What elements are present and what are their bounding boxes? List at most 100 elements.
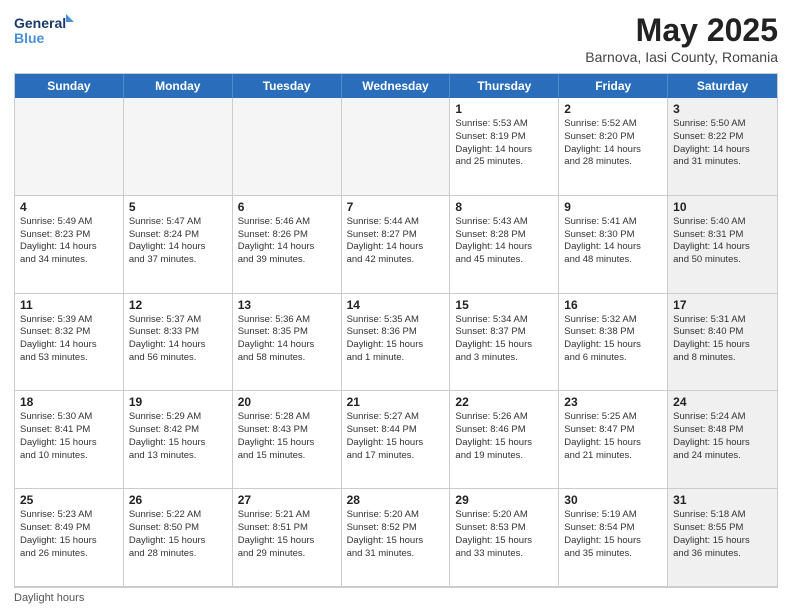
calendar-cell-25: 25 Sunrise: 5:23 AM Sunset: 8:49 PM Dayli… — [15, 489, 124, 587]
cell-date: 12 — [129, 298, 227, 312]
calendar-cell-empty — [233, 98, 342, 196]
cell-date: 4 — [20, 200, 118, 214]
cell-date: 6 — [238, 200, 336, 214]
cell-info: Sunrise: 5:31 AM Sunset: 8:40 PM Dayligh… — [673, 314, 772, 365]
day-header-tuesday: Tuesday — [233, 74, 342, 98]
calendar-cell-1: 1 Sunrise: 5:53 AM Sunset: 8:19 PM Daylig… — [450, 98, 559, 196]
cell-info: Sunrise: 5:53 AM Sunset: 8:19 PM Dayligh… — [455, 118, 553, 169]
cell-info: Sunrise: 5:29 AM Sunset: 8:42 PM Dayligh… — [129, 411, 227, 462]
cell-date: 2 — [564, 102, 662, 116]
cell-info: Sunrise: 5:32 AM Sunset: 8:38 PM Dayligh… — [564, 314, 662, 365]
calendar-cell-15: 15 Sunrise: 5:34 AM Sunset: 8:37 PM Dayli… — [450, 294, 559, 392]
calendar-cell-11: 11Sunrise: 5:39 AM Sunset: 8:32 PM Dayli… — [15, 294, 124, 392]
cell-date: 5 — [129, 200, 227, 214]
calendar-cell-empty — [15, 98, 124, 196]
footer: Daylight hours — [14, 592, 778, 604]
cell-date: 8 — [455, 200, 553, 214]
cell-date: 19 — [129, 395, 227, 409]
cell-date: 16 — [564, 298, 662, 312]
svg-text:Blue: Blue — [14, 30, 45, 46]
cell-info: Sunrise: 5:52 AM Sunset: 8:20 PM Dayligh… — [564, 118, 662, 169]
cell-info: Sunrise: 5:35 AM Sunset: 8:36 PM Dayligh… — [347, 314, 445, 365]
calendar-cell-30: 30 Sunrise: 5:19 AM Sunset: 8:54 PM Dayli… — [559, 489, 668, 587]
calendar-cell-4: 4 Sunrise: 5:49 AM Sunset: 8:23 PM Daylig… — [15, 196, 124, 294]
cell-date: 13 — [238, 298, 336, 312]
calendar-cell-16: 16 Sunrise: 5:32 AM Sunset: 8:38 PM Dayli… — [559, 294, 668, 392]
cell-info: Sunrise: 5:28 AM Sunset: 8:43 PM Dayligh… — [238, 411, 336, 462]
calendar-cell-14: 14 Sunrise: 5:35 AM Sunset: 8:36 PM Dayli… — [342, 294, 451, 392]
cell-date: 18 — [20, 395, 118, 409]
cell-date: 7 — [347, 200, 445, 214]
cell-info: Sunrise: 5:49 AM Sunset: 8:23 PM Dayligh… — [20, 216, 118, 267]
cell-date: 15 — [455, 298, 553, 312]
cell-date: 1 — [455, 102, 553, 116]
calendar-cell-3: 3 Sunrise: 5:50 AM Sunset: 8:22 PM Daylig… — [668, 98, 777, 196]
cell-info: Sunrise: 5:19 AM Sunset: 8:54 PM Dayligh… — [564, 509, 662, 560]
cell-date: 10 — [673, 200, 772, 214]
cell-info: Sunrise: 5:27 AM Sunset: 8:44 PM Dayligh… — [347, 411, 445, 462]
cell-date: 17 — [673, 298, 772, 312]
cell-date: 14 — [347, 298, 445, 312]
cell-date: 29 — [455, 493, 553, 507]
cell-date: 3 — [673, 102, 772, 116]
cell-info: Sunrise: 5:37 AM Sunset: 8:33 PM Dayligh… — [129, 314, 227, 365]
cell-date: 27 — [238, 493, 336, 507]
cell-date: 20 — [238, 395, 336, 409]
cell-date: 30 — [564, 493, 662, 507]
calendar: SundayMondayTuesdayWednesdayThursdayFrid… — [14, 73, 778, 588]
calendar-cell-9: 9Sunrise: 5:41 AM Sunset: 8:30 PM Daylig… — [559, 196, 668, 294]
subtitle: Barnova, Iasi County, Romania — [585, 49, 778, 65]
cell-date: 23 — [564, 395, 662, 409]
svg-text:General: General — [14, 15, 66, 31]
calendar-cell-21: 21Sunrise: 5:27 AM Sunset: 8:44 PM Dayli… — [342, 391, 451, 489]
day-header-saturday: Saturday — [668, 74, 777, 98]
calendar-cell-27: 27 Sunrise: 5:21 AM Sunset: 8:51 PM Dayli… — [233, 489, 342, 587]
calendar-cell-23: 23 Sunrise: 5:25 AM Sunset: 8:47 PM Dayli… — [559, 391, 668, 489]
cell-info: Sunrise: 5:24 AM Sunset: 8:48 PM Dayligh… — [673, 411, 772, 462]
cell-info: Sunrise: 5:34 AM Sunset: 8:37 PM Dayligh… — [455, 314, 553, 365]
cell-info: Sunrise: 5:26 AM Sunset: 8:46 PM Dayligh… — [455, 411, 553, 462]
calendar-cell-13: 13 Sunrise: 5:36 AM Sunset: 8:35 PM Dayli… — [233, 294, 342, 392]
calendar-cell-empty — [124, 98, 233, 196]
header: General Blue May 2025 Barnova, Iasi Coun… — [14, 12, 778, 65]
calendar-cell-7: 7 Sunrise: 5:44 AM Sunset: 8:27 PM Daylig… — [342, 196, 451, 294]
cell-info: Sunrise: 5:18 AM Sunset: 8:55 PM Dayligh… — [673, 509, 772, 560]
cell-info: Sunrise: 5:47 AM Sunset: 8:24 PM Dayligh… — [129, 216, 227, 267]
day-headers: SundayMondayTuesdayWednesdayThursdayFrid… — [15, 74, 777, 98]
cell-date: 28 — [347, 493, 445, 507]
day-header-thursday: Thursday — [450, 74, 559, 98]
cell-date: 11 — [20, 298, 118, 312]
title-area: May 2025 Barnova, Iasi County, Romania — [585, 12, 778, 65]
calendar-cell-5: 5 Sunrise: 5:47 AM Sunset: 8:24 PM Daylig… — [124, 196, 233, 294]
calendar-cell-8: 8 Sunrise: 5:43 AM Sunset: 8:28 PM Daylig… — [450, 196, 559, 294]
cell-date: 26 — [129, 493, 227, 507]
cell-info: Sunrise: 5:40 AM Sunset: 8:31 PM Dayligh… — [673, 216, 772, 267]
cell-info: Sunrise: 5:44 AM Sunset: 8:27 PM Dayligh… — [347, 216, 445, 267]
logo: General Blue — [14, 12, 74, 48]
cell-info: Sunrise: 5:21 AM Sunset: 8:51 PM Dayligh… — [238, 509, 336, 560]
day-header-sunday: Sunday — [15, 74, 124, 98]
cell-info: Sunrise: 5:36 AM Sunset: 8:35 PM Dayligh… — [238, 314, 336, 365]
cell-info: Sunrise: 5:41 AM Sunset: 8:30 PM Dayligh… — [564, 216, 662, 267]
cell-date: 22 — [455, 395, 553, 409]
cell-info: Sunrise: 5:30 AM Sunset: 8:41 PM Dayligh… — [20, 411, 118, 462]
calendar-cell-17: 17 Sunrise: 5:31 AM Sunset: 8:40 PM Dayli… — [668, 294, 777, 392]
main-title: May 2025 — [585, 12, 778, 49]
cell-info: Sunrise: 5:43 AM Sunset: 8:28 PM Dayligh… — [455, 216, 553, 267]
calendar-cell-26: 26 Sunrise: 5:22 AM Sunset: 8:50 PM Dayli… — [124, 489, 233, 587]
cell-info: Sunrise: 5:23 AM Sunset: 8:49 PM Dayligh… — [20, 509, 118, 560]
day-header-wednesday: Wednesday — [342, 74, 451, 98]
cell-date: 25 — [20, 493, 118, 507]
cell-info: Sunrise: 5:22 AM Sunset: 8:50 PM Dayligh… — [129, 509, 227, 560]
logo-svg: General Blue — [14, 12, 74, 48]
cell-info: Sunrise: 5:46 AM Sunset: 8:26 PM Dayligh… — [238, 216, 336, 267]
cell-date: 24 — [673, 395, 772, 409]
calendar-grid: 1 Sunrise: 5:53 AM Sunset: 8:19 PM Daylig… — [15, 98, 777, 587]
day-header-monday: Monday — [124, 74, 233, 98]
calendar-cell-24: 24 Sunrise: 5:24 AM Sunset: 8:48 PM Dayli… — [668, 391, 777, 489]
cell-info: Sunrise: 5:25 AM Sunset: 8:47 PM Dayligh… — [564, 411, 662, 462]
calendar-cell-10: 10 Sunrise: 5:40 AM Sunset: 8:31 PM Dayli… — [668, 196, 777, 294]
calendar-cell-31: 31Sunrise: 5:18 AM Sunset: 8:55 PM Dayli… — [668, 489, 777, 587]
cell-info: Sunrise: 5:50 AM Sunset: 8:22 PM Dayligh… — [673, 118, 772, 169]
calendar-cell-6: 6 Sunrise: 5:46 AM Sunset: 8:26 PM Daylig… — [233, 196, 342, 294]
